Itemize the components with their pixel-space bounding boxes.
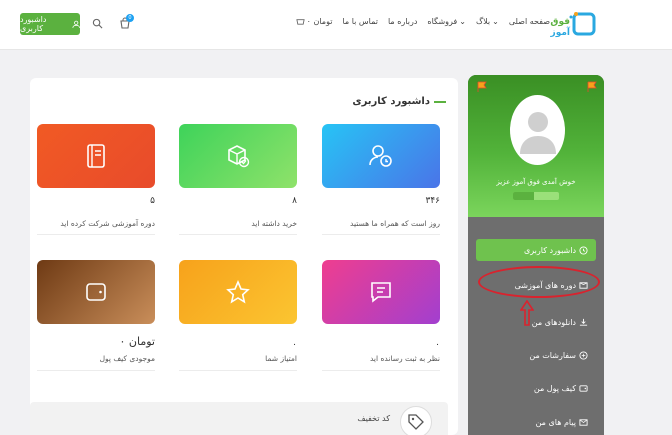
sidebar-item-messages[interactable]: پیام های من: [476, 411, 596, 433]
dashboard-header-button[interactable]: داشبورد کاربری: [20, 13, 80, 35]
svg-text:فوق: فوق: [550, 17, 570, 27]
avatar: [510, 95, 565, 165]
stat-value-purchases: ۸: [292, 196, 297, 206]
divider: [37, 234, 155, 235]
chevron-down-icon: ⌄: [492, 17, 499, 26]
sidebar-item-label: داشبورد کاربری: [523, 245, 576, 255]
user-sidebar: خوش آمدی فوق آموز عزیز داشبورد کاربری دو…: [468, 75, 604, 435]
stat-card-wallet[interactable]: [37, 260, 155, 324]
star-icon: [226, 279, 250, 304]
title-accent-line: [434, 100, 446, 103]
divider: [322, 370, 440, 371]
stat-value-points: ۰: [292, 340, 297, 350]
site-logo[interactable]: فوق آموز: [540, 10, 596, 40]
sidebar-item-label: کیف پول من: [533, 383, 576, 393]
sidebar-item-orders[interactable]: سفارشات من: [476, 344, 596, 366]
nav-about[interactable]: درباره ما: [388, 17, 417, 26]
header-cart-total[interactable]: ۰ تومان: [295, 17, 332, 26]
annotation-ellipse: [478, 266, 600, 298]
stat-value-days: ۳۴۶: [425, 196, 440, 206]
coupon-title: کد تخفیف: [357, 414, 390, 423]
main-nav: صفحه اصلی بلاگ ⌄ فروشگاه ⌄ درباره ما تماس …: [270, 17, 550, 26]
stat-label-comments: نظر به ثبت رسانده اید: [370, 354, 440, 363]
cart-icon[interactable]: 0: [116, 14, 134, 32]
dashboard-button-label: داشبورد کاربری: [20, 15, 47, 33]
stat-label-wallet: موجودی کیف پول: [99, 354, 155, 363]
sidebar-item-label: سفارشات من: [529, 350, 576, 360]
page-title: داشبورد کاربری: [352, 96, 446, 107]
comment-icon: [371, 282, 391, 303]
annotation-up-arrow-icon: [520, 300, 534, 326]
coupon-section[interactable]: کد تخفیف: [30, 402, 448, 435]
profile-progress-bar: [513, 192, 559, 200]
clock-icon: [579, 245, 588, 255]
stat-card-purchases[interactable]: [179, 124, 297, 188]
svg-text:آموز: آموز: [550, 26, 571, 38]
nav-contact[interactable]: تماس با ما: [342, 17, 378, 26]
cart-small-icon: [295, 19, 305, 25]
profile-progress-fill: [513, 192, 534, 200]
stat-value-comments: ۰: [435, 340, 440, 350]
stat-label-points: امتیاز شما: [265, 354, 297, 363]
flag-icon: [587, 81, 597, 92]
user-icon: [72, 20, 80, 28]
stat-label-days: روز است که همراه ما هستید: [350, 219, 440, 228]
sidebar-item-label: دانلودهای من: [531, 317, 576, 327]
stat-card-points[interactable]: [179, 260, 297, 324]
profile-section: خوش آمدی فوق آموز عزیز: [468, 75, 604, 217]
divider: [179, 234, 297, 235]
stat-value-wallet: ۰ تومان: [119, 335, 155, 348]
wallet-icon: [579, 384, 588, 392]
divider: [322, 234, 440, 235]
sidebar-item-label: پیام های من: [535, 417, 576, 427]
stat-value-courses: ۵: [150, 196, 155, 206]
stat-card-comments[interactable]: [322, 260, 440, 324]
sidebar-item-dashboard[interactable]: داشبورد کاربری: [476, 239, 596, 261]
download-icon: [579, 318, 588, 326]
nav-shop[interactable]: فروشگاه ⌄: [427, 17, 466, 26]
stat-label-purchases: خرید داشته اید: [251, 219, 297, 228]
book-icon: [87, 144, 105, 168]
stat-card-days[interactable]: [322, 124, 440, 188]
sidebar-item-wallet[interactable]: کیف پول من: [476, 377, 596, 399]
search-icon[interactable]: [88, 14, 106, 32]
user-clock-icon: [369, 145, 392, 167]
dashboard-panel: داشبورد کاربری ۳۴۶ ۸ ۵ روز است که همراه …: [30, 78, 458, 435]
stat-card-courses[interactable]: [37, 124, 155, 188]
stat-label-courses: دوره آموزشی شرکت کرده اید: [60, 219, 155, 228]
welcome-text: خوش آمدی فوق آموز عزیز: [496, 178, 576, 186]
orders-icon: [579, 350, 588, 360]
cart-badge: 0: [126, 14, 134, 22]
coupon-tag-icon: [400, 406, 432, 435]
divider: [37, 370, 155, 371]
nav-blog[interactable]: بلاگ ⌄: [476, 17, 499, 26]
sidebar-item-downloads[interactable]: دانلودهای من: [476, 311, 596, 333]
wallet-icon: [86, 283, 106, 301]
divider: [179, 370, 297, 371]
mail-icon: [579, 418, 588, 426]
flag-icon: [477, 81, 487, 92]
top-header: داشبورد کاربری 0 صفحه اصلی بلاگ ⌄ فروشگاه…: [0, 0, 672, 50]
chevron-down-icon: ⌄: [459, 17, 466, 26]
box-check-icon: [228, 145, 250, 168]
